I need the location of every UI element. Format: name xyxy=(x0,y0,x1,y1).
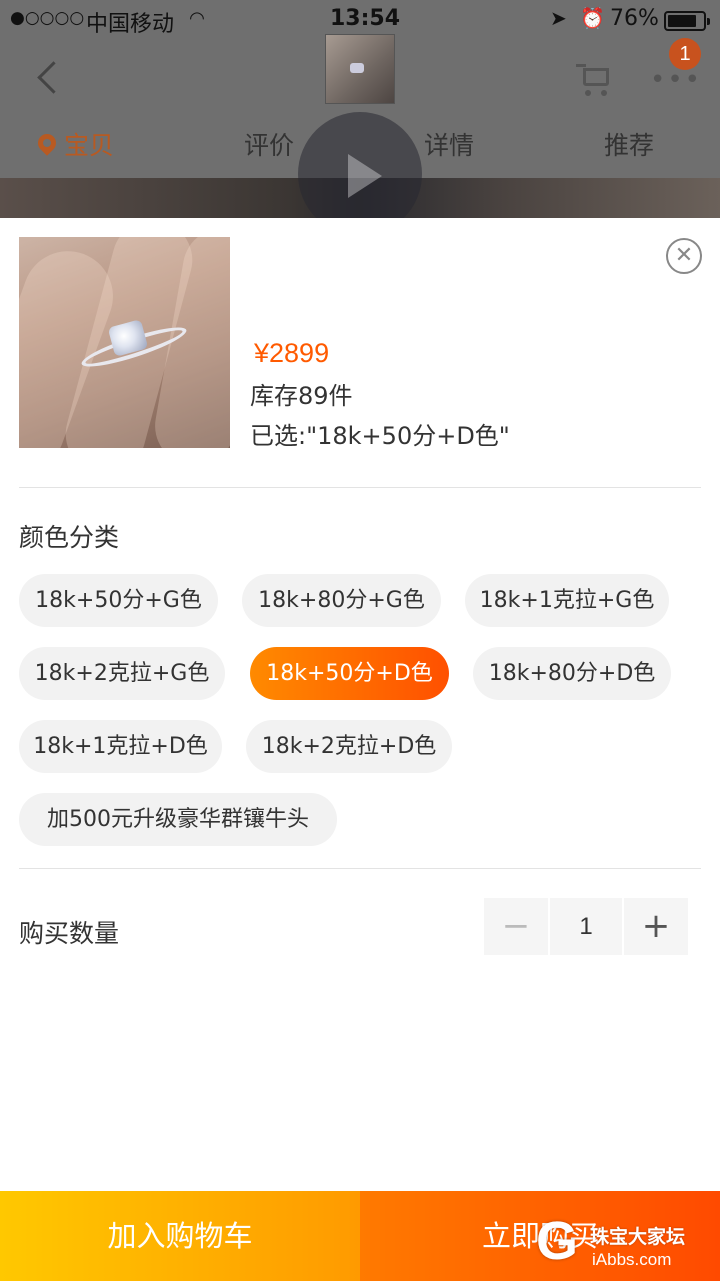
divider xyxy=(19,487,701,488)
header-product-thumbnail[interactable] xyxy=(325,34,395,104)
cart-wheel-left xyxy=(585,90,591,96)
carrier-name: 中国移动 xyxy=(86,12,175,37)
variant-option-upgrade[interactable]: 加500元升级豪华群镶牛头 xyxy=(19,793,337,846)
quantity-value[interactable]: 1 xyxy=(550,898,622,955)
tab-label: 评价 xyxy=(244,131,295,160)
tab-recommend[interactable]: 推荐 xyxy=(604,124,654,168)
tab-reviews[interactable]: 评价 xyxy=(244,124,294,168)
sku-selection-sheet: ✕ ¥2899 库存89件 已选:"18k+50分+D色" 颜色分类 18k+5… xyxy=(0,218,720,1191)
variant-option[interactable]: 18k+2克拉+G色 xyxy=(19,647,225,700)
dimmed-backdrop[interactable]: ●○○○○ 中国移动 ◠ 13:54 ➤ ⏰ 76% ••• 1 宝贝 评价 详… xyxy=(0,0,720,218)
watermark-logo: G xyxy=(536,1211,579,1271)
cart-basket xyxy=(583,68,609,86)
quantity-increment-button[interactable]: + xyxy=(624,898,688,955)
variant-option[interactable]: 18k+2克拉+D色 xyxy=(246,720,452,773)
battery-percent: 76% xyxy=(610,6,659,31)
watermark-url: iAbbs.com xyxy=(592,1250,672,1269)
selected-variant: 已选:"18k+50分+D色" xyxy=(250,422,510,450)
signal-strength-icon: ●○○○○ xyxy=(10,8,85,28)
close-icon[interactable]: ✕ xyxy=(666,238,702,274)
variant-option[interactable]: 18k+1克拉+D色 xyxy=(19,720,222,773)
tab-label: 推荐 xyxy=(604,131,655,160)
cart-icon[interactable] xyxy=(575,60,615,100)
product-image xyxy=(19,237,230,448)
tab-label: 宝贝 xyxy=(64,131,115,160)
back-button[interactable] xyxy=(30,58,70,98)
variant-option[interactable]: 18k+80分+D色 xyxy=(473,647,671,700)
location-pin-icon xyxy=(34,130,60,156)
variant-option[interactable]: 18k+80分+G色 xyxy=(242,574,441,627)
battery-icon xyxy=(664,11,710,31)
color-category-title: 颜色分类 xyxy=(19,523,120,552)
tab-label: 详情 xyxy=(424,131,475,160)
tab-baobei[interactable]: 宝贝 xyxy=(34,124,115,168)
site-watermark: G 珠宝大家坛 iAbbs.com xyxy=(536,1210,716,1276)
quantity-decrement-button[interactable]: − xyxy=(484,898,548,955)
watermark-name: 珠宝大家坛 xyxy=(590,1226,686,1248)
cart-handle xyxy=(576,64,586,67)
add-to-cart-button[interactable]: 加入购物车 xyxy=(0,1191,360,1281)
product-tabs: 宝贝 评价 详情 推荐 xyxy=(0,124,720,168)
variant-option-selected[interactable]: 18k+50分+D色 xyxy=(250,647,449,700)
divider xyxy=(19,868,701,869)
quantity-label: 购买数量 xyxy=(19,919,120,948)
price: ¥2899 xyxy=(254,338,330,368)
wifi-icon: ◠ xyxy=(190,8,204,29)
stock-count: 库存89件 xyxy=(250,382,353,410)
tab-details[interactable]: 详情 xyxy=(424,124,474,168)
location-arrow-icon: ➤ xyxy=(550,6,567,30)
notification-badge: 1 xyxy=(669,38,701,70)
status-time: 13:54 xyxy=(330,6,401,31)
cart-wheel-right xyxy=(601,90,607,96)
alarm-icon: ⏰ xyxy=(580,6,605,30)
variant-option[interactable]: 18k+1克拉+G色 xyxy=(465,574,669,627)
variant-option[interactable]: 18k+50分+G色 xyxy=(19,574,218,627)
